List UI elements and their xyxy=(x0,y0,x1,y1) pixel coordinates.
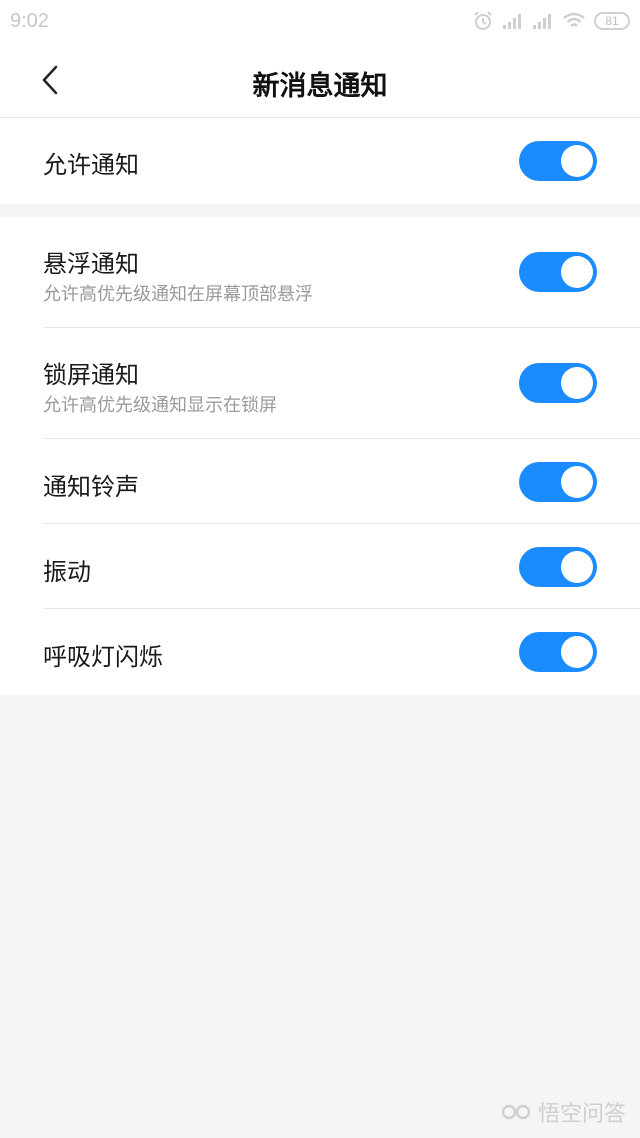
setting-row-breathing-light[interactable]: 呼吸灯闪烁 xyxy=(0,609,640,695)
toggle-knob xyxy=(561,466,593,498)
setting-label: 允许通知 xyxy=(43,151,139,179)
toggle-knob xyxy=(561,367,593,399)
signal-icon xyxy=(533,14,551,29)
toggle-knob xyxy=(561,551,593,583)
signal-icon xyxy=(503,14,521,29)
page-title: 新消息通知 xyxy=(252,71,388,102)
setting-row-notification-sound[interactable]: 通知铃声 xyxy=(0,439,640,524)
watermark: 悟空问答 xyxy=(500,1096,626,1128)
battery-icon: 81 xyxy=(594,12,630,30)
battery-level: 81 xyxy=(605,14,619,28)
setting-row-vibration[interactable]: 振动 xyxy=(0,524,640,609)
vibration-toggle[interactable] xyxy=(519,547,597,587)
setting-label: 呼吸灯闪烁 xyxy=(43,643,163,671)
wukong-logo-icon xyxy=(501,1104,531,1120)
settings-section-main: 允许通知 xyxy=(0,118,640,204)
watermark-text: 悟空问答 xyxy=(537,1102,626,1127)
floating-notifications-toggle[interactable] xyxy=(519,252,597,292)
settings-section-detail: 悬浮通知 允许高优先级通知在屏幕顶部悬浮 锁屏通知 允许高优先级通知显示在锁屏 … xyxy=(0,217,640,695)
alarm-icon xyxy=(474,11,492,30)
setting-sublabel: 允许高优先级通知在屏幕顶部悬浮 xyxy=(43,284,313,305)
toggle-knob xyxy=(561,256,593,288)
setting-row-lockscreen-notifications[interactable]: 锁屏通知 允许高优先级通知显示在锁屏 xyxy=(0,328,640,439)
setting-label: 悬浮通知 xyxy=(43,250,139,278)
title-bar: 新消息通知 xyxy=(0,44,640,118)
setting-row-floating-notifications[interactable]: 悬浮通知 允许高优先级通知在屏幕顶部悬浮 xyxy=(0,217,640,328)
notification-sound-toggle[interactable] xyxy=(519,462,597,502)
setting-label: 锁屏通知 xyxy=(43,361,139,389)
breathing-light-toggle[interactable] xyxy=(519,632,597,672)
setting-label: 通知铃声 xyxy=(43,473,139,501)
allow-notifications-toggle[interactable] xyxy=(519,141,597,181)
status-time: 9:02 xyxy=(10,10,49,32)
wifi-icon xyxy=(563,12,585,27)
setting-sublabel: 允许高优先级通知显示在锁屏 xyxy=(43,395,277,416)
status-icons: 81 xyxy=(472,10,630,32)
status-bar: 9:02 81 xyxy=(0,0,640,44)
lockscreen-notifications-toggle[interactable] xyxy=(519,363,597,403)
setting-label: 振动 xyxy=(43,558,91,586)
setting-row-allow-notifications[interactable]: 允许通知 xyxy=(0,118,640,204)
toggle-knob xyxy=(561,636,593,668)
toggle-knob xyxy=(561,145,593,177)
